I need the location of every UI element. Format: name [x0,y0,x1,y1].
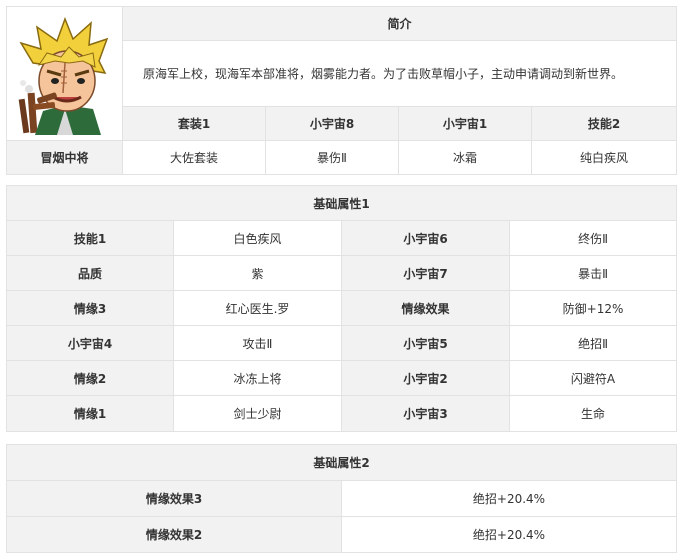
attr-value: 绝招+20.4% [340,480,678,517]
header-suit: 套装1 [122,106,266,141]
attr-value: 终伤Ⅱ [508,220,678,256]
base-attributes-1-table: 基础属性1 技能1 白色疾风 小宇宙6 终伤Ⅱ 品质 紫 小宇宙7 暴击Ⅱ 情缘… [5,185,678,432]
table-row: 情缘3 红心医生.罗 情缘效果 防御+12% [6,290,678,326]
table-row: 情缘效果3 绝招+20.4% [6,480,678,517]
header-cosmos-1: 小宇宙1 [398,106,532,141]
attr-label: 小宇宙6 [341,220,510,256]
attr-value: 防御+12% [508,290,678,326]
attr-value: 绝招Ⅱ [508,325,678,361]
header-skill-2: 技能2 [530,106,678,141]
attr-label: 情缘1 [6,395,174,432]
attr-label: 小宇宙2 [341,360,510,396]
attr-label: 品质 [6,255,174,291]
attr-label: 小宇宙5 [341,325,510,361]
attr-label: 技能1 [6,220,174,256]
value-cosmos-1: 冰霜 [398,140,532,175]
table-row: 情缘2 冰冻上将 小宇宙2 闪避符A [6,360,678,396]
table-row: 品质 紫 小宇宙7 暴击Ⅱ [6,255,678,291]
attr-label: 小宇宙3 [341,395,510,432]
avatar [7,13,122,135]
character-name: 冒烟中将 [6,140,123,175]
attr-value: 攻击Ⅱ [173,325,342,361]
attr-value: 生命 [508,395,678,432]
profile-table: 简介 原海军上校，现海军本部准将，烟雾能力者。为了击败草帽小子，主动申请调动到新… [6,6,678,175]
attr-value: 暴击Ⅱ [508,255,678,291]
character-portrait-icon [18,16,109,135]
attr-label: 情缘效果 [341,290,510,326]
table-row: 小宇宙4 攻击Ⅱ 小宇宙5 绝招Ⅱ [6,325,678,361]
intro-text: 原海军上校，现海军本部准将，烟雾能力者。为了击败草帽小子，主动申请调动到新世界。 [121,40,678,107]
base-attributes-2-table: 基础属性2 情缘效果3 绝招+20.4% 情缘效果2 绝招+20.4% [5,444,678,553]
attr-value: 冰冻上将 [173,360,342,396]
value-suit: 大佐套装 [122,140,266,175]
value-cosmos-8: 暴伤Ⅱ [265,140,399,175]
attr-label: 小宇宙4 [6,325,174,361]
attr-value: 紫 [173,255,342,291]
avatar-cell [6,6,123,141]
attr-label: 小宇宙7 [341,255,510,291]
attr-label: 情缘3 [6,290,174,326]
attr-label: 情缘效果2 [6,516,342,553]
table-row: 情缘1 剑士少尉 小宇宙3 生命 [6,395,678,432]
attr-value: 闪避符A [508,360,678,396]
header-cosmos-8: 小宇宙8 [265,106,399,141]
value-skill-2: 纯白疾风 [530,140,678,175]
attr-value: 绝招+20.4% [340,516,678,553]
table-row: 情缘效果2 绝招+20.4% [6,516,678,553]
attr-value: 白色疾风 [173,220,342,256]
attr2-title: 基础属性2 [5,444,678,481]
attr-value: 红心医生.罗 [173,290,342,326]
attr-label: 情缘效果3 [6,480,342,517]
attr-value: 剑士少尉 [173,395,342,432]
attr1-title: 基础属性1 [5,185,678,221]
intro-header: 简介 [121,6,678,41]
attr-label: 情缘2 [6,360,174,396]
table-row: 技能1 白色疾风 小宇宙6 终伤Ⅱ [6,220,678,256]
